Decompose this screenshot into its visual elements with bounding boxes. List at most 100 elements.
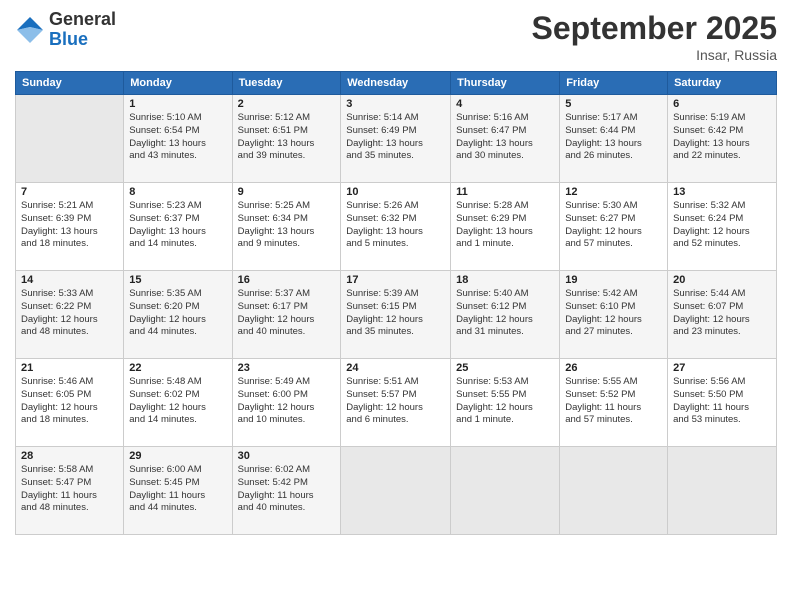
calendar-cell: 29Sunrise: 6:00 AM Sunset: 5:45 PM Dayli… — [124, 447, 232, 535]
week-row-3: 14 Sunrise: 5:33 AM Sunset: 6:22 PM Dayli… — [16, 271, 777, 359]
day-number: 28 — [21, 450, 118, 462]
day-number: 4 — [456, 98, 554, 110]
day-info: Sunrise: 5:46 AM Sunset: 6:05 PM Dayligh… — [21, 376, 118, 427]
day-info: Sunrise: 5:30 AM Sunset: 6:27 PM Dayligh… — [565, 200, 662, 251]
day-info: Sunrise: 5:23 AM Sunset: 6:37 PM Dayligh… — [129, 200, 226, 251]
calendar-cell: 3 Sunrise: 5:14 AM Sunset: 6:49 PM Daylig… — [341, 95, 451, 183]
header: General Blue September 2025 Insar, Russi… — [15, 10, 777, 63]
day-number: 13 — [673, 186, 771, 198]
day-number: 15 — [129, 274, 226, 286]
calendar-cell — [560, 447, 668, 535]
calendar-cell — [668, 447, 777, 535]
calendar-cell: 20Sunrise: 5:44 AM Sunset: 6:07 PM Dayli… — [668, 271, 777, 359]
day-number: 7 — [21, 186, 118, 198]
logo-icon — [15, 15, 45, 45]
day-info: Sunrise: 5:39 AM Sunset: 6:15 PM Dayligh… — [346, 288, 445, 339]
day-number: 9 — [238, 186, 336, 198]
calendar-cell: 16 Sunrise: 5:37 AM Sunset: 6:17 PM Dayli… — [232, 271, 341, 359]
day-number: 10 — [346, 186, 445, 198]
calendar-cell: 9 Sunrise: 5:25 AM Sunset: 6:34 PM Daylig… — [232, 183, 341, 271]
weekday-header-friday: Friday — [560, 72, 668, 95]
weekday-header-row: SundayMondayTuesdayWednesdayThursdayFrid… — [16, 72, 777, 95]
day-info: Sunrise: 5:21 AM Sunset: 6:39 PM Dayligh… — [21, 200, 118, 251]
day-info: Sunrise: 5:12 AM Sunset: 6:51 PM Dayligh… — [238, 112, 336, 163]
title-block: September 2025 Insar, Russia — [532, 10, 777, 63]
day-info: Sunrise: 5:17 AM Sunset: 6:44 PM Dayligh… — [565, 112, 662, 163]
logo-text: General Blue — [49, 10, 116, 50]
day-number: 8 — [129, 186, 226, 198]
day-info: Sunrise: 5:33 AM Sunset: 6:22 PM Dayligh… — [21, 288, 118, 339]
day-info: Sunrise: 5:42 AM Sunset: 6:10 PM Dayligh… — [565, 288, 662, 339]
calendar-cell: 7 Sunrise: 5:21 AM Sunset: 6:39 PM Daylig… — [16, 183, 124, 271]
weekday-header-thursday: Thursday — [451, 72, 560, 95]
calendar-cell: 17 Sunrise: 5:39 AM Sunset: 6:15 PM Dayli… — [341, 271, 451, 359]
day-info: Sunrise: 5:55 AM Sunset: 5:52 PM Dayligh… — [565, 376, 662, 427]
day-number: 18 — [456, 274, 554, 286]
day-number: 26 — [565, 362, 662, 374]
calendar-cell: 25Sunrise: 5:53 AM Sunset: 5:55 PM Dayli… — [451, 359, 560, 447]
location: Insar, Russia — [532, 47, 777, 63]
weekday-header-wednesday: Wednesday — [341, 72, 451, 95]
day-number: 16 — [238, 274, 336, 286]
day-info: Sunrise: 5:32 AM Sunset: 6:24 PM Dayligh… — [673, 200, 771, 251]
page: General Blue September 2025 Insar, Russi… — [0, 0, 792, 612]
day-info: Sunrise: 5:16 AM Sunset: 6:47 PM Dayligh… — [456, 112, 554, 163]
week-row-4: 21 Sunrise: 5:46 AM Sunset: 6:05 PM Dayli… — [16, 359, 777, 447]
day-number: 12 — [565, 186, 662, 198]
day-info: Sunrise: 5:28 AM Sunset: 6:29 PM Dayligh… — [456, 200, 554, 251]
day-number: 1 — [129, 98, 226, 110]
day-info: Sunrise: 5:19 AM Sunset: 6:42 PM Dayligh… — [673, 112, 771, 163]
calendar-cell: 11 Sunrise: 5:28 AM Sunset: 6:29 PM Dayli… — [451, 183, 560, 271]
day-number: 14 — [21, 274, 118, 286]
calendar-cell: 28 Sunrise: 5:58 AM Sunset: 5:47 PM Dayli… — [16, 447, 124, 535]
day-number: 5 — [565, 98, 662, 110]
calendar-cell: 2 Sunrise: 5:12 AM Sunset: 6:51 PM Daylig… — [232, 95, 341, 183]
day-info: Sunrise: 6:02 AM Sunset: 5:42 PM Dayligh… — [238, 464, 336, 515]
calendar-cell: 4 Sunrise: 5:16 AM Sunset: 6:47 PM Daylig… — [451, 95, 560, 183]
day-number: 23 — [238, 362, 336, 374]
week-row-2: 7 Sunrise: 5:21 AM Sunset: 6:39 PM Daylig… — [16, 183, 777, 271]
day-number: 19 — [565, 274, 662, 286]
day-number: 11 — [456, 186, 554, 198]
logo-general-label: General — [49, 10, 116, 30]
day-info: Sunrise: 5:48 AM Sunset: 6:02 PM Dayligh… — [129, 376, 226, 427]
day-info: Sunrise: 5:40 AM Sunset: 6:12 PM Dayligh… — [456, 288, 554, 339]
day-info: Sunrise: 5:58 AM Sunset: 5:47 PM Dayligh… — [21, 464, 118, 515]
day-info: Sunrise: 5:44 AM Sunset: 6:07 PM Dayligh… — [673, 288, 771, 339]
day-number: 6 — [673, 98, 771, 110]
day-info: Sunrise: 5:49 AM Sunset: 6:00 PM Dayligh… — [238, 376, 336, 427]
weekday-header-saturday: Saturday — [668, 72, 777, 95]
calendar-cell: 23 Sunrise: 5:49 AM Sunset: 6:00 PM Dayli… — [232, 359, 341, 447]
day-info: Sunrise: 5:35 AM Sunset: 6:20 PM Dayligh… — [129, 288, 226, 339]
day-info: Sunrise: 5:25 AM Sunset: 6:34 PM Dayligh… — [238, 200, 336, 251]
calendar-cell: 13 Sunrise: 5:32 AM Sunset: 6:24 PM Dayli… — [668, 183, 777, 271]
day-number: 22 — [129, 362, 226, 374]
day-number: 2 — [238, 98, 336, 110]
day-info: Sunrise: 5:14 AM Sunset: 6:49 PM Dayligh… — [346, 112, 445, 163]
calendar-cell — [16, 95, 124, 183]
calendar-cell: 12 Sunrise: 5:30 AM Sunset: 6:27 PM Dayli… — [560, 183, 668, 271]
weekday-header-sunday: Sunday — [16, 72, 124, 95]
calendar-cell: 22 Sunrise: 5:48 AM Sunset: 6:02 PM Dayli… — [124, 359, 232, 447]
logo-blue-label: Blue — [49, 30, 116, 50]
weekday-header-monday: Monday — [124, 72, 232, 95]
calendar-table: SundayMondayTuesdayWednesdayThursdayFrid… — [15, 71, 777, 535]
calendar-cell: 6 Sunrise: 5:19 AM Sunset: 6:42 PM Daylig… — [668, 95, 777, 183]
calendar-cell: 30 Sunrise: 6:02 AM Sunset: 5:42 PM Dayli… — [232, 447, 341, 535]
calendar-cell: 24Sunrise: 5:51 AM Sunset: 5:57 PM Dayli… — [341, 359, 451, 447]
day-number: 30 — [238, 450, 336, 462]
calendar-cell — [451, 447, 560, 535]
day-number: 21 — [21, 362, 118, 374]
day-number: 17 — [346, 274, 445, 286]
week-row-1: 1 Sunrise: 5:10 AM Sunset: 6:54 PM Daylig… — [16, 95, 777, 183]
day-info: Sunrise: 6:00 AM Sunset: 5:45 PM Dayligh… — [129, 464, 226, 515]
day-info: Sunrise: 5:53 AM Sunset: 5:55 PM Dayligh… — [456, 376, 554, 427]
day-info: Sunrise: 5:26 AM Sunset: 6:32 PM Dayligh… — [346, 200, 445, 251]
day-number: 3 — [346, 98, 445, 110]
day-info: Sunrise: 5:37 AM Sunset: 6:17 PM Dayligh… — [238, 288, 336, 339]
week-row-5: 28 Sunrise: 5:58 AM Sunset: 5:47 PM Dayli… — [16, 447, 777, 535]
logo: General Blue — [15, 10, 116, 50]
day-number: 24 — [346, 362, 445, 374]
day-info: Sunrise: 5:10 AM Sunset: 6:54 PM Dayligh… — [129, 112, 226, 163]
calendar-cell: 18 Sunrise: 5:40 AM Sunset: 6:12 PM Dayli… — [451, 271, 560, 359]
